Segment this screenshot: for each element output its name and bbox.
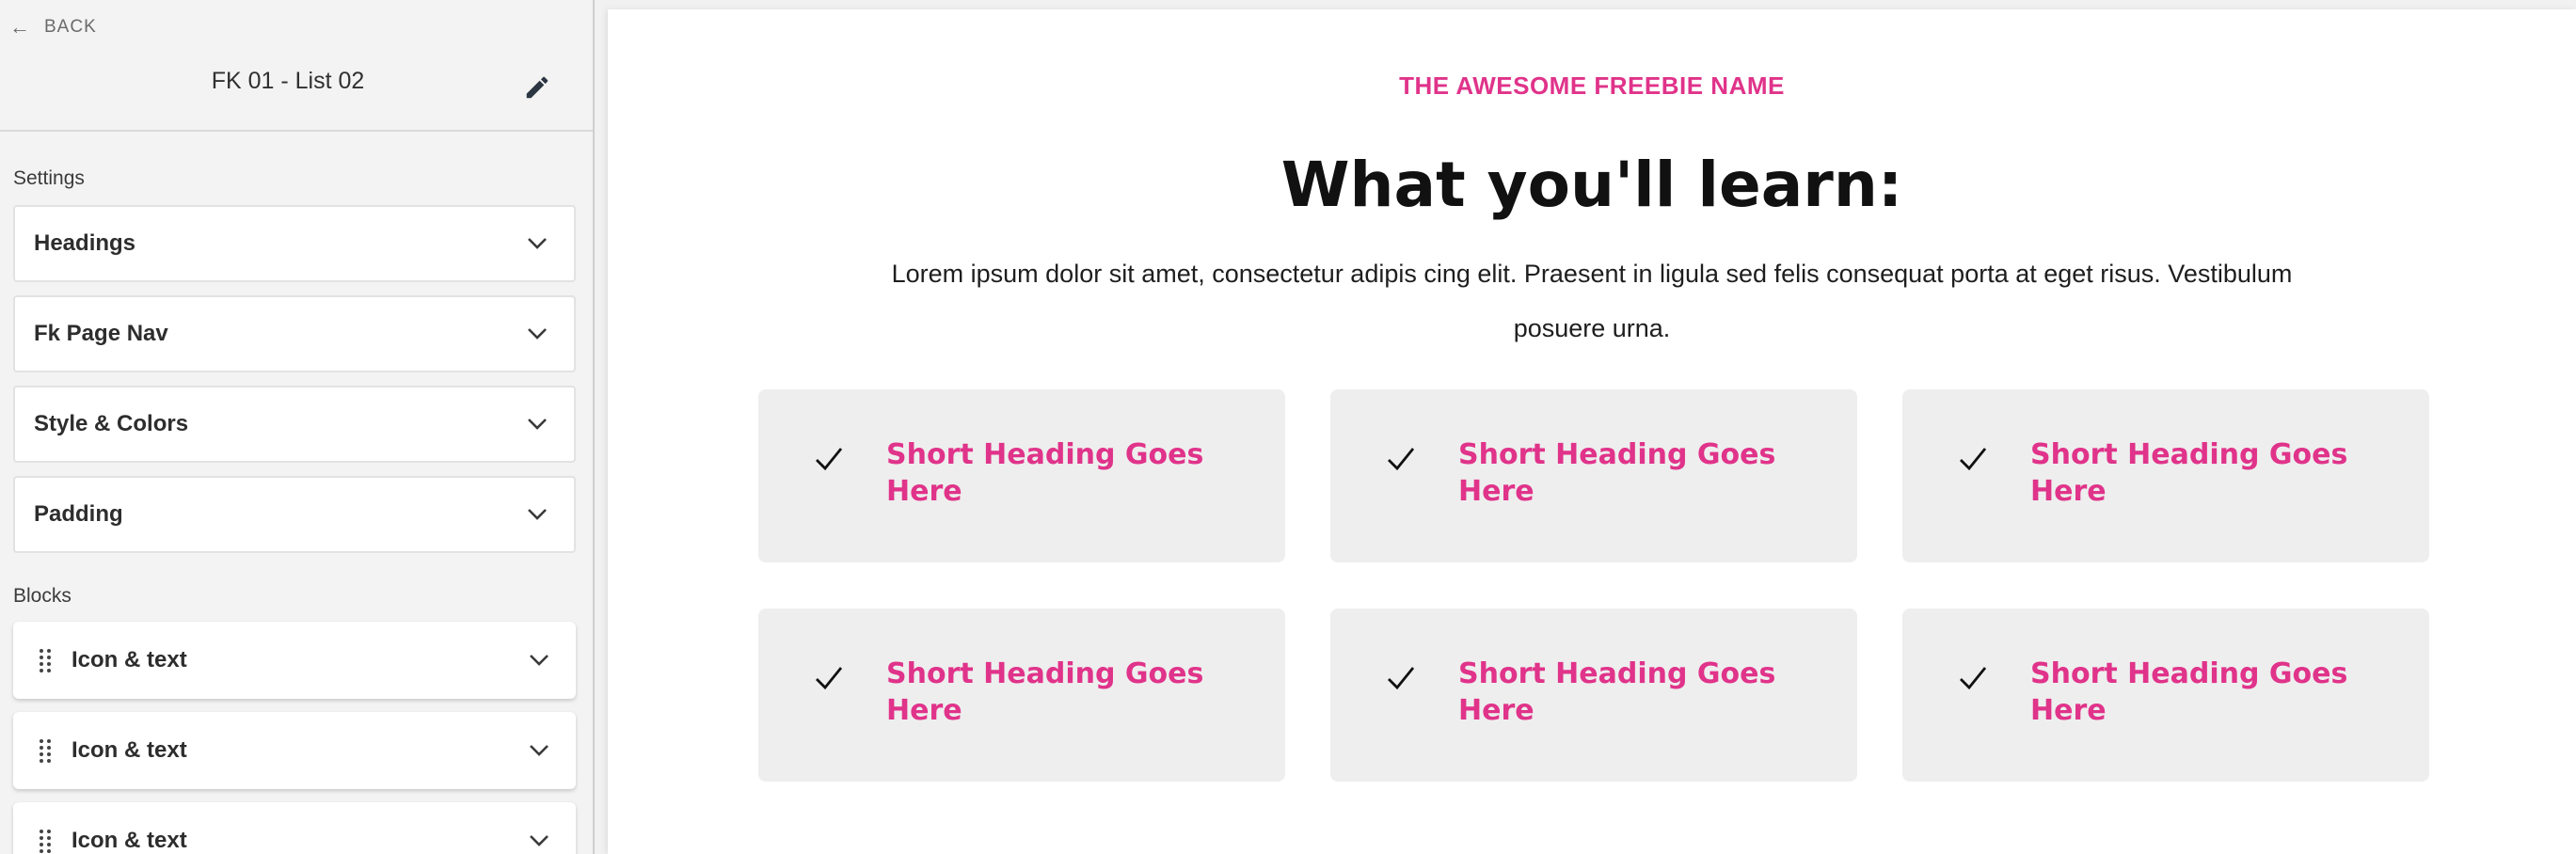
block-item[interactable]: Icon & text bbox=[13, 622, 576, 699]
drag-handle-icon[interactable] bbox=[38, 738, 53, 763]
block-label: Icon & text bbox=[72, 828, 187, 853]
feature-card: Short Heading Goes Here bbox=[1902, 389, 2429, 562]
block-label: Icon & text bbox=[72, 647, 187, 672]
setting-padding[interactable]: Padding bbox=[13, 476, 576, 553]
checkmark-icon bbox=[816, 667, 843, 690]
setting-fk-page-nav[interactable]: Fk Page Nav bbox=[13, 295, 576, 372]
chevron-down-icon bbox=[528, 509, 547, 520]
checkmark-icon bbox=[816, 448, 843, 471]
setting-label: Style & Colors bbox=[34, 411, 189, 436]
chevron-down-icon bbox=[528, 238, 547, 249]
card-heading: Short Heading Goes Here bbox=[1458, 438, 1776, 508]
chevron-down-icon bbox=[528, 328, 547, 340]
chevron-down-icon bbox=[530, 745, 549, 756]
setting-label: Padding bbox=[34, 501, 123, 527]
intro-paragraph: Lorem ipsum dolor sit amet, consectetur … bbox=[891, 260, 2293, 342]
setting-label: Fk Page Nav bbox=[34, 321, 168, 346]
card-heading: Short Heading Goes Here bbox=[2030, 657, 2348, 727]
checkmark-icon bbox=[1960, 448, 1987, 471]
block-item[interactable]: Icon & text bbox=[13, 802, 576, 854]
pencil-icon[interactable] bbox=[523, 73, 551, 102]
card-heading: Short Heading Goes Here bbox=[1458, 657, 1776, 727]
setting-label: Headings bbox=[34, 230, 136, 256]
feature-card: Short Heading Goes Here bbox=[1902, 609, 2429, 782]
chevron-down-icon bbox=[530, 655, 549, 666]
checkmark-icon bbox=[1388, 448, 1415, 471]
feature-card: Short Heading Goes Here bbox=[758, 609, 1285, 782]
drag-handle-icon[interactable] bbox=[38, 648, 53, 672]
header-divider bbox=[0, 130, 593, 132]
feature-card: Short Heading Goes Here bbox=[1330, 609, 1857, 782]
back-link[interactable]: ← BACK bbox=[9, 17, 97, 38]
card-heading: Short Heading Goes Here bbox=[886, 438, 1204, 508]
section-title: FK 01 - List 02 bbox=[211, 68, 365, 94]
back-label: BACK bbox=[44, 17, 97, 37]
chevron-down-icon bbox=[528, 419, 547, 430]
settings-group-label: Settings bbox=[13, 167, 85, 189]
checkmark-icon bbox=[1388, 667, 1415, 690]
editor-sidebar: ← BACK FK 01 - List 02 Settings Headings… bbox=[0, 0, 595, 854]
feature-card: Short Heading Goes Here bbox=[758, 389, 1285, 562]
page-preview: THE AWESOME FREEBIE NAME What you'll lea… bbox=[608, 9, 2576, 854]
blocks-group-label: Blocks bbox=[13, 585, 72, 607]
card-heading: Short Heading Goes Here bbox=[2030, 438, 2348, 508]
setting-headings[interactable]: Headings bbox=[13, 205, 576, 282]
drag-handle-icon[interactable] bbox=[38, 829, 53, 853]
block-label: Icon & text bbox=[72, 737, 187, 763]
feature-card: Short Heading Goes Here bbox=[1330, 389, 1857, 562]
card-heading: Short Heading Goes Here bbox=[886, 657, 1204, 727]
block-item[interactable]: Icon & text bbox=[13, 712, 576, 789]
setting-style-colors[interactable]: Style & Colors bbox=[13, 386, 576, 463]
chevron-down-icon bbox=[530, 835, 549, 846]
arrow-left-icon: ← bbox=[9, 15, 31, 39]
page-heading: What you'll learn: bbox=[1280, 149, 1903, 221]
freebie-name: THE AWESOME FREEBIE NAME bbox=[1399, 71, 1785, 100]
checkmark-icon bbox=[1960, 667, 1987, 690]
